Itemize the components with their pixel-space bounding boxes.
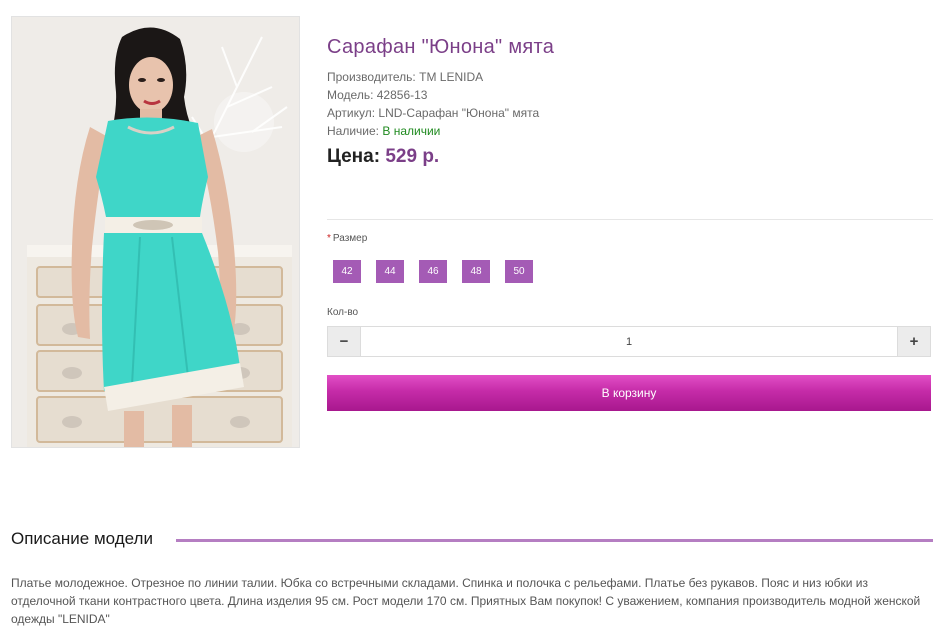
size-option-48[interactable]: 48 (462, 260, 490, 283)
size-option-46[interactable]: 46 (419, 260, 447, 283)
size-label: * Размер (327, 233, 367, 244)
manufacturer-value[interactable]: TM LENIDA (419, 70, 483, 84)
product-photo-illustration (12, 17, 299, 447)
options-divider (327, 219, 933, 220)
quantity-stepper: − + (327, 326, 931, 357)
required-mark: * (327, 233, 331, 244)
availability-label: Наличие: (327, 124, 380, 138)
description-heading: Описание модели (11, 529, 153, 548)
size-options: 42 44 46 48 50 (333, 260, 548, 283)
description-text: Платье молодежное. Отрезное по линии тал… (11, 576, 921, 626)
model-value: 42856-13 (376, 88, 428, 102)
size-label-text: Размер (332, 233, 368, 244)
description-heading-line (176, 539, 933, 542)
quantity-label: Кол-во (327, 307, 359, 318)
price-value: 529 р. (385, 146, 440, 167)
quantity-decrease-button[interactable]: − (328, 327, 361, 356)
sku-value: LND-Сарафан "Юнона" мята (378, 106, 540, 120)
sku-label: Артикул: (327, 106, 376, 120)
price-label: Цена: (327, 146, 381, 167)
availability-row: Наличие: В наличии (327, 122, 539, 140)
price: Цена: 529 р. (327, 146, 439, 168)
model-label: Модель: (327, 88, 374, 102)
manufacturer-row: Производитель: TM LENIDA (327, 68, 539, 86)
product-title: Сарафан "Юнона" мята (327, 36, 555, 58)
quantity-input[interactable] (361, 327, 897, 356)
size-option-50[interactable]: 50 (505, 260, 533, 283)
product-meta: Производитель: TM LENIDA Модель: 42856-1… (327, 68, 539, 140)
add-to-cart-button[interactable]: В корзину (327, 375, 931, 411)
product-image[interactable] (11, 16, 300, 448)
manufacturer-label: Производитель: (327, 70, 416, 84)
model-row: Модель: 42856-13 (327, 86, 539, 104)
sku-row: Артикул: LND-Сарафан "Юнона" мята (327, 104, 539, 122)
availability-value: В наличии (382, 124, 441, 138)
size-option-42[interactable]: 42 (333, 260, 361, 283)
size-option-44[interactable]: 44 (376, 260, 404, 283)
quantity-increase-button[interactable]: + (897, 327, 930, 356)
